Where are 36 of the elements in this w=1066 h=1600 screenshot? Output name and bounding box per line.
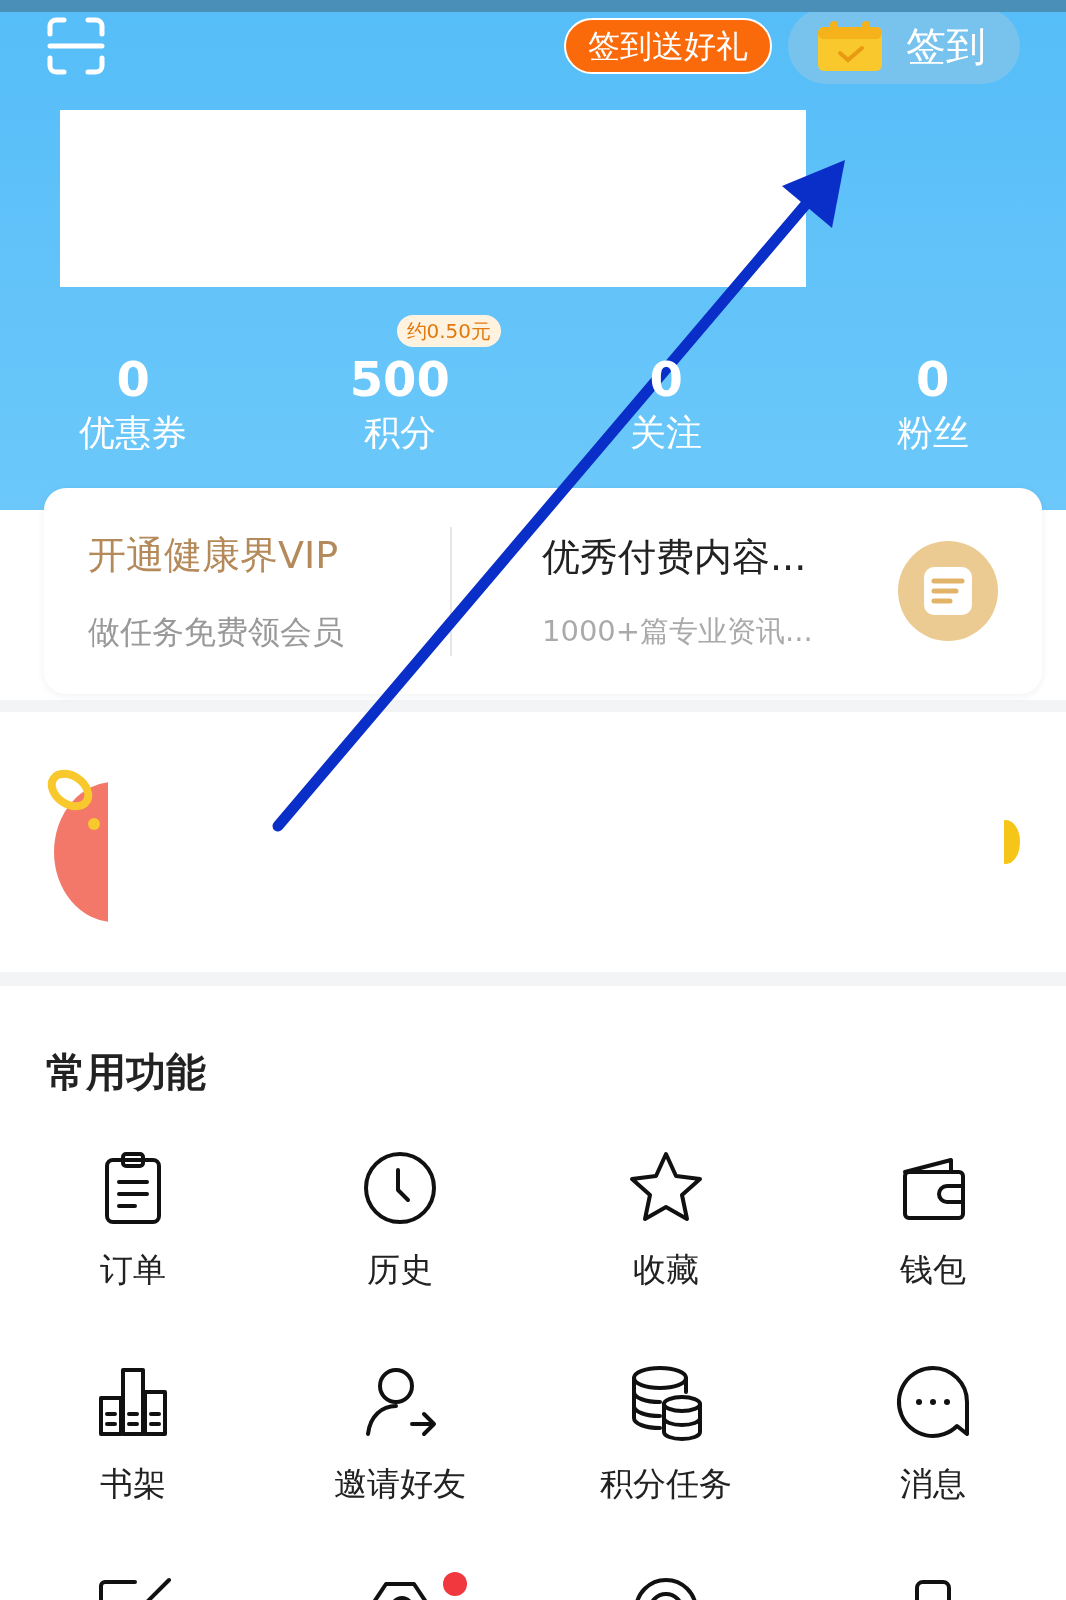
stat-value: 500 <box>349 351 450 407</box>
function-label: 邀请好友 <box>333 1463 466 1505</box>
box-icon <box>914 1580 951 1600</box>
document-icon <box>898 541 998 641</box>
function-item[interactable]: 消息 <box>799 1362 1066 1506</box>
vip-title: 开通健康界VIP <box>88 531 340 579</box>
function-item[interactable]: 收藏 <box>533 1148 800 1292</box>
calendar-icon <box>816 19 884 73</box>
function-item[interactable]: 积分任务 <box>533 1362 800 1506</box>
function-label: 书架 <box>100 1463 167 1505</box>
function-label: 钱包 <box>899 1249 966 1291</box>
function-item[interactable]: 钱包 <box>799 1148 1066 1292</box>
function-label: 订单 <box>100 1249 167 1291</box>
content-title: 优秀付费内容... <box>542 533 808 581</box>
function-item[interactable]: 书架 <box>0 1362 267 1506</box>
content-subtitle: 1000+篇专业资讯... <box>542 612 814 650</box>
function-label: 历史 <box>366 1249 433 1291</box>
coin-icon <box>1004 817 1022 867</box>
function-item[interactable]: 邀请好友 <box>266 1362 533 1506</box>
function-label: 收藏 <box>633 1249 700 1291</box>
stat-value: 0 <box>916 351 950 407</box>
stat-label: 粉丝 <box>896 411 969 455</box>
value-tag: 约0.50元 <box>396 315 502 347</box>
section-title: 常用功能 <box>46 1049 206 1095</box>
function-label: 积分任务 <box>600 1463 733 1505</box>
stat-label: 关注 <box>630 411 703 455</box>
function-item[interactable]: 历史 <box>266 1148 533 1292</box>
vip-card[interactable]: 开通健康界VIP 做任务免费领会员 优秀付费内容... 1000+篇专业资讯... <box>44 488 1042 694</box>
function-item[interactable]: 订单 <box>0 1148 267 1292</box>
stat-label: 优惠券 <box>79 411 188 455</box>
scan-icon[interactable] <box>46 16 106 76</box>
stat-value: 0 <box>116 351 150 407</box>
vip-subtitle: 做任务免费领会员 <box>88 611 345 653</box>
function-label: 消息 <box>899 1463 966 1505</box>
stat-label: 积分 <box>363 411 436 455</box>
promo-tag: 签到送好礼 <box>564 18 772 74</box>
